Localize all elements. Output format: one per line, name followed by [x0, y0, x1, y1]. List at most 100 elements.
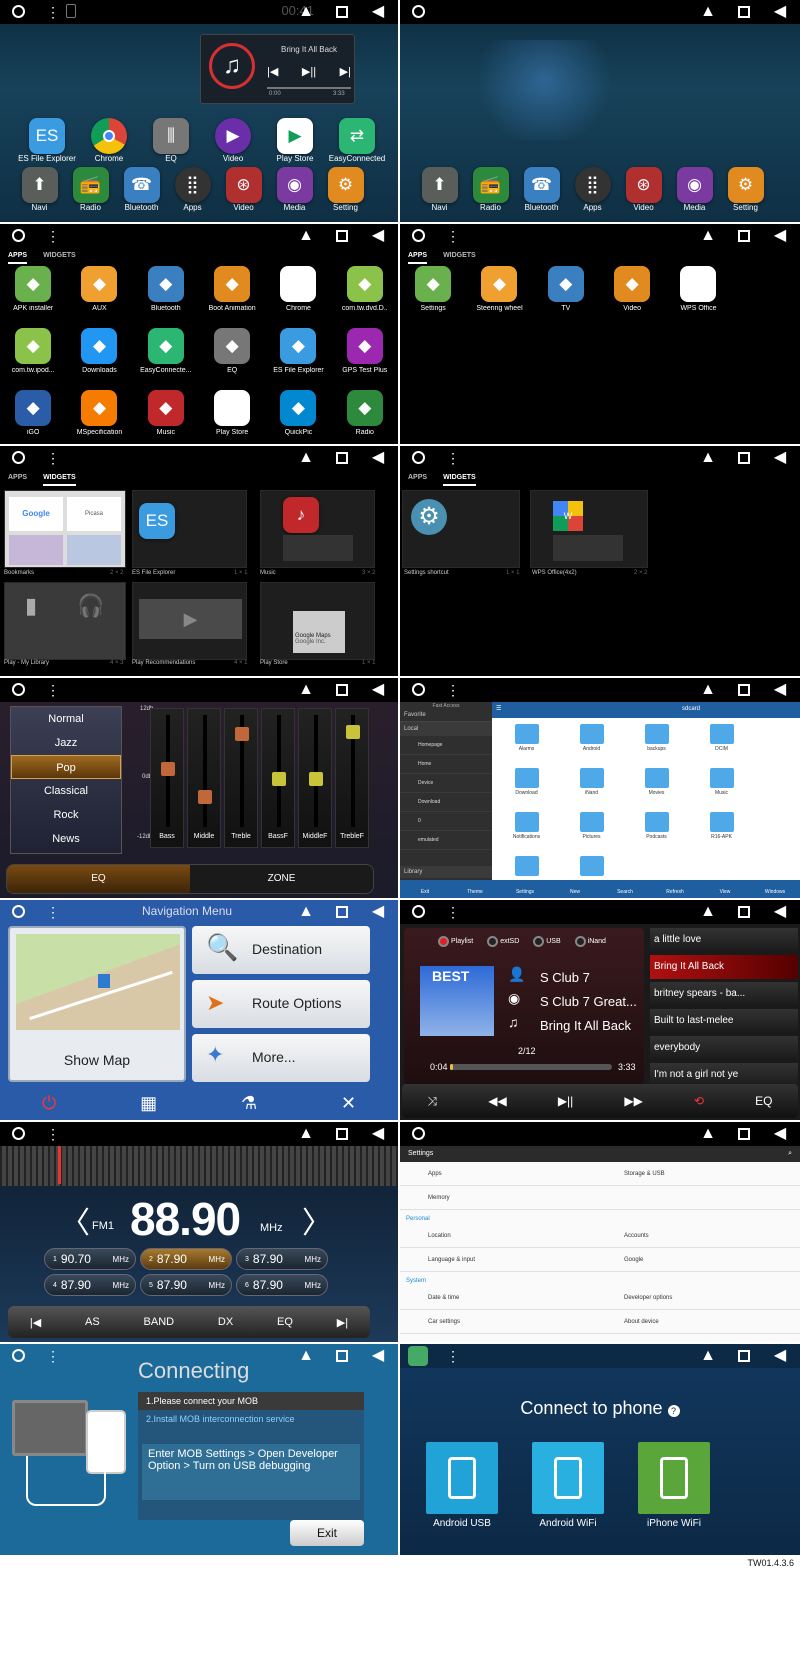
more-button[interactable]: ✦ More...	[192, 1034, 370, 1082]
folder-item[interactable]: Music	[689, 764, 754, 808]
app-item[interactable]: ◆ Steering wheel	[466, 266, 532, 324]
preset-button[interactable]: 1 90.70 MHz	[44, 1248, 136, 1270]
dock-video[interactable]: ⊛ Video	[618, 167, 669, 212]
back-icon[interactable]: ◀	[770, 2, 790, 24]
shuffle-icon[interactable]: ⤨	[428, 1094, 438, 1109]
home-circle-icon[interactable]	[412, 5, 425, 18]
folder-item[interactable]: backups	[624, 720, 689, 764]
folder-item[interactable]: Pictures	[559, 808, 624, 852]
home-icon[interactable]: ▲	[698, 680, 718, 702]
source-tab[interactable]: USB	[533, 936, 561, 947]
sidebar-item[interactable]: emulated	[400, 831, 492, 850]
recents-icon[interactable]	[734, 902, 754, 924]
app-play-store[interactable]: ▶ Play Store	[264, 118, 326, 163]
app-item[interactable]: ◆ ES File Explorer	[265, 328, 331, 386]
back-icon[interactable]: ◀	[368, 1124, 388, 1146]
menu-dots-icon[interactable]: ⋮	[446, 227, 460, 245]
folder-item[interactable]: DCIM	[689, 720, 754, 764]
repeat-icon[interactable]: ⟲	[694, 1094, 704, 1108]
playlist-item[interactable]: I'm not a girl not ye	[650, 1063, 798, 1084]
home-icon[interactable]: ▲	[698, 448, 718, 470]
home-circle-icon[interactable]	[412, 683, 425, 696]
dock-bluetooth[interactable]: ☎ Bluetooth	[516, 167, 567, 212]
home-icon[interactable]: ▲	[698, 226, 718, 248]
back-icon[interactable]: ◀	[770, 226, 790, 248]
slider-knob[interactable]	[161, 761, 175, 776]
section-library[interactable]: Library	[400, 866, 492, 878]
help-icon[interactable]: ?	[667, 1405, 680, 1417]
sidebar-item[interactable]: Download	[400, 793, 492, 812]
radio-control-button[interactable]: EQ	[277, 1316, 293, 1328]
sidebar-item[interactable]: Device	[400, 774, 492, 793]
tune-up-button[interactable]: 〉	[302, 1198, 332, 1242]
app-item[interactable]: ◆ EQ	[199, 328, 265, 386]
menu-dots-icon[interactable]: ⋮	[46, 903, 60, 921]
toolbar-button[interactable]: Settings	[500, 880, 550, 898]
seek-forward-icon[interactable]: ▶|	[337, 1316, 348, 1329]
dock-navi[interactable]: ⬆ Navi	[14, 167, 65, 212]
tab-widgets[interactable]: WIDGETS	[43, 248, 76, 264]
source-tab[interactable]: Playlist	[438, 936, 473, 947]
source-tab[interactable]: extSD	[487, 936, 519, 947]
back-icon[interactable]: ◀	[368, 448, 388, 470]
back-icon[interactable]: ◀	[770, 680, 790, 702]
dock-setting[interactable]: ⚙ Setting	[320, 167, 371, 212]
folder-item[interactable]: Movies	[624, 764, 689, 808]
dock-video[interactable]: ⊛ Video	[218, 167, 269, 212]
app-item[interactable]: ◆ Downloads	[66, 328, 132, 386]
home-icon[interactable]: ▲	[698, 1346, 718, 1368]
widget-bookmarks[interactable]: Google Picasa	[4, 490, 126, 568]
menu-dots-icon[interactable]: ⋮	[446, 1347, 460, 1365]
recents-icon[interactable]	[734, 2, 754, 24]
menu-dots-icon[interactable]: ⋮	[46, 1347, 60, 1365]
recents-icon[interactable]	[332, 902, 352, 924]
tab-widgets[interactable]: WIDGETS	[443, 248, 476, 264]
preset-button[interactable]: 2 87.90 MHz	[140, 1248, 232, 1270]
widget-music[interactable]: ♪	[260, 490, 375, 568]
setting-item[interactable]: Car settings	[400, 1319, 604, 1325]
app-item[interactable]: ◆ Video	[599, 266, 665, 324]
folder-item[interactable]: Alarms	[494, 720, 559, 764]
home-icon[interactable]: ▲	[698, 2, 718, 24]
eq-preset[interactable]: Normal	[11, 707, 121, 731]
setting-item[interactable]: About device	[604, 1319, 800, 1325]
playlist-item[interactable]: britney spears - ba...	[650, 982, 798, 1006]
radio-control-button[interactable]: AS	[85, 1316, 100, 1328]
dock-apps[interactable]: ⣿ Apps	[567, 167, 618, 212]
back-icon[interactable]: ◀	[368, 226, 388, 248]
folder-item[interactable]: Notifications	[494, 808, 559, 852]
folder-item[interactable]: Podcasts	[624, 808, 689, 852]
destination-button[interactable]: 🔍 Destination	[192, 926, 370, 974]
menu-dots-icon[interactable]: ⋮	[46, 681, 60, 699]
app-item[interactable]: ◆ WPS Office	[665, 266, 731, 324]
eq-band[interactable]: MiddleF	[298, 708, 332, 848]
widget-settings-shortcut[interactable]: ⚙	[402, 490, 520, 568]
home-icon[interactable]: ▲	[698, 902, 718, 924]
app-eq[interactable]: ⫼ EQ	[140, 118, 202, 163]
progress-track[interactable]	[450, 1064, 612, 1070]
radio-control-button[interactable]: DX	[218, 1316, 233, 1328]
app-item[interactable]: ◆ Boot Animation	[199, 266, 265, 324]
app-item[interactable]: ◆ APK installer	[0, 266, 66, 324]
setting-item[interactable]: Storage & USB	[604, 1171, 800, 1177]
recents-icon[interactable]	[734, 448, 754, 470]
play-pause-icon[interactable]: ▶||	[302, 65, 316, 78]
dock-navi[interactable]: ⬆ Navi	[414, 167, 465, 212]
dock-media[interactable]: ◉ Media	[669, 167, 720, 212]
folder-item[interactable]: Download	[494, 764, 559, 808]
eq-preset[interactable]: News	[11, 827, 121, 851]
recents-icon[interactable]	[332, 448, 352, 470]
home-circle-icon[interactable]	[12, 905, 25, 918]
menu-dots-icon[interactable]: ⋮	[446, 681, 460, 699]
recents-icon[interactable]	[332, 680, 352, 702]
preset-button[interactable]: 4 87.90 MHz	[44, 1274, 136, 1296]
home-icon[interactable]: ▲	[296, 448, 316, 470]
prev-icon[interactable]: |◀	[267, 65, 278, 78]
back-icon[interactable]: ◀	[770, 1124, 790, 1146]
menu-dots-icon[interactable]: ⋮	[446, 903, 460, 921]
preset-button[interactable]: 5 87.90 MHz	[140, 1274, 232, 1296]
next-icon[interactable]: ▶▶	[624, 1094, 642, 1108]
dock-radio[interactable]: 📻 Radio	[65, 167, 116, 212]
folder-item[interactable]: Android	[559, 720, 624, 764]
tab-apps[interactable]: APPS	[8, 248, 28, 264]
